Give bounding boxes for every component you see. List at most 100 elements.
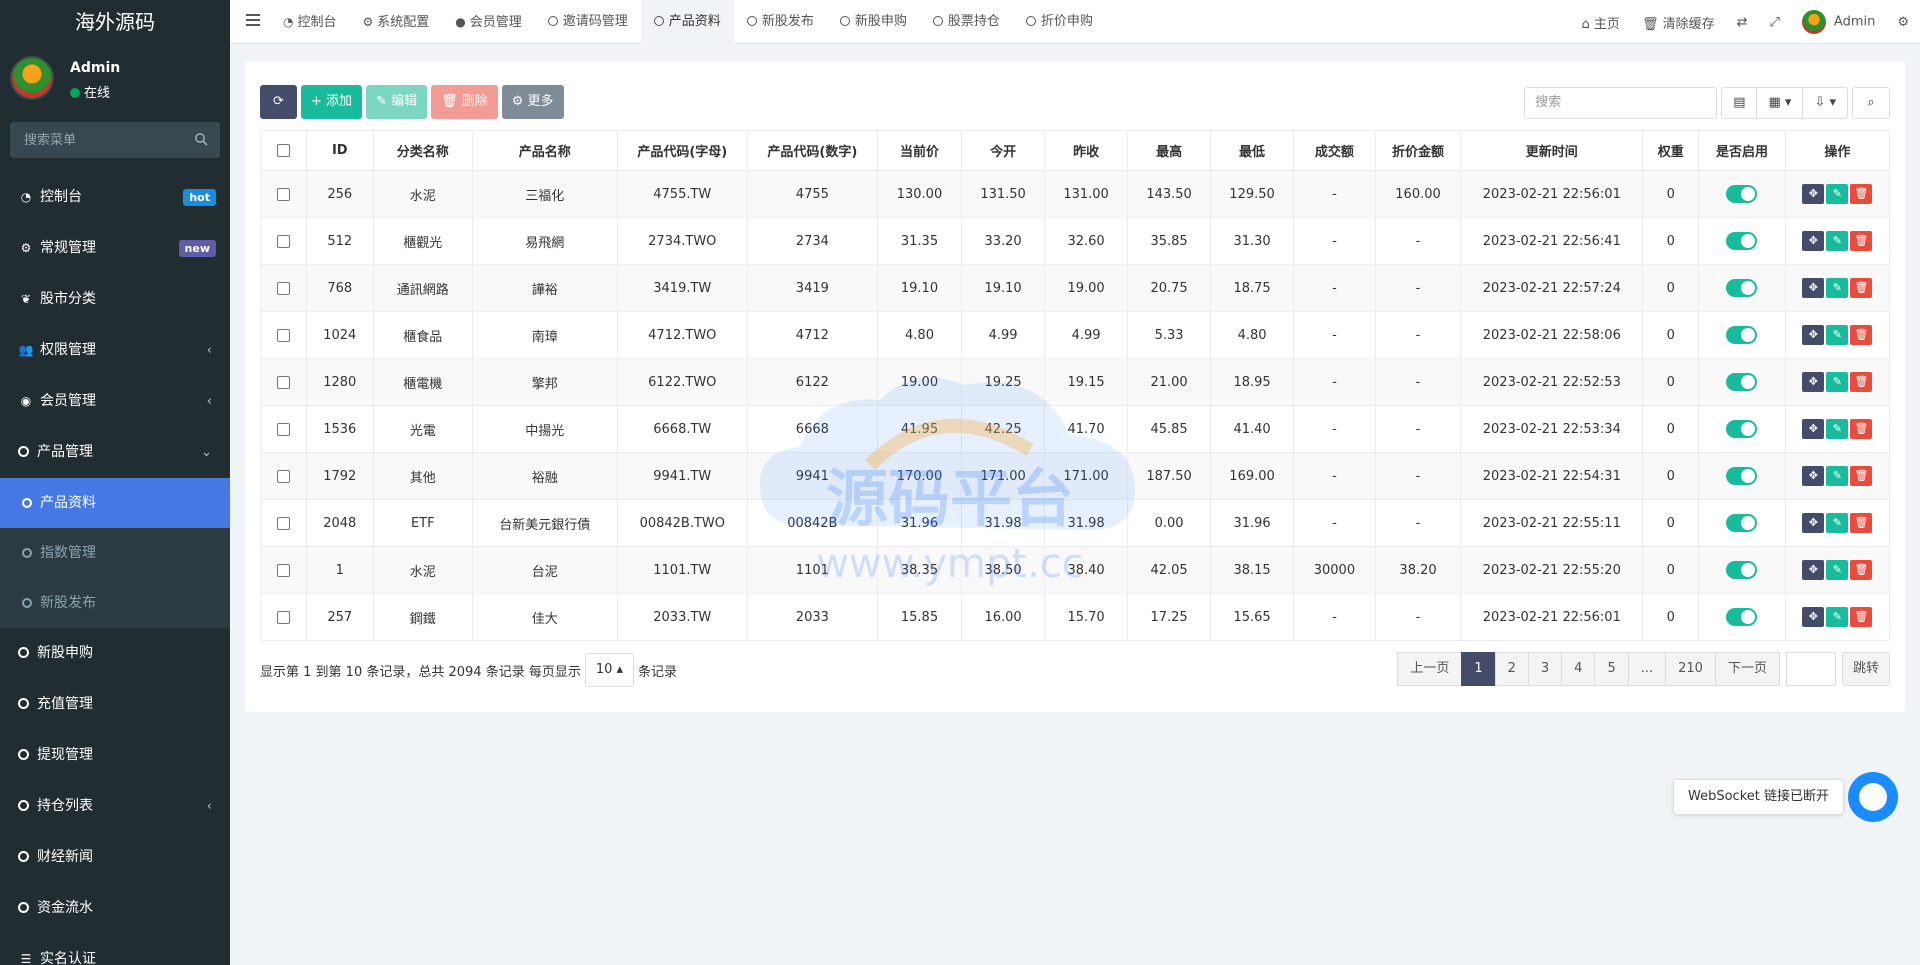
sidebar-item-general[interactable]: ⚙ 常规管理 new xyxy=(0,223,230,274)
col-header[interactable]: 是否启用 xyxy=(1698,130,1786,171)
add-button[interactable]: + 添加 xyxy=(301,85,363,119)
settings-icon[interactable]: ⚙ xyxy=(1886,15,1920,30)
row-checkbox[interactable] xyxy=(276,516,290,530)
enabled-toggle[interactable] xyxy=(1726,514,1758,532)
tab-discount-subscribe[interactable]: 折价申购 xyxy=(1013,0,1106,44)
language-icon[interactable]: ⇄ xyxy=(1726,15,1759,30)
menu-toggle-icon[interactable] xyxy=(246,14,260,29)
sidebar-item-withdraw[interactable]: 提现管理 xyxy=(0,730,230,781)
page-button[interactable]: 3 xyxy=(1527,652,1563,686)
enabled-toggle[interactable] xyxy=(1726,373,1758,391)
enabled-toggle[interactable] xyxy=(1726,326,1758,344)
columns-icon[interactable]: ▦ ▾ xyxy=(1757,88,1804,118)
enabled-toggle[interactable] xyxy=(1726,467,1758,485)
delete-row-icon[interactable]: 🗑 xyxy=(1850,184,1873,204)
col-header[interactable]: 折价金额 xyxy=(1374,130,1462,171)
sidebar-subitem-new-stock-release[interactable]: 新股发布 xyxy=(0,578,230,628)
row-checkbox[interactable] xyxy=(276,187,290,201)
table-row[interactable]: 1 水泥 台泥 1101.TW 1101 38.35 38.50 38.40 42.05 38.1… xyxy=(260,546,1891,594)
row-checkbox[interactable] xyxy=(276,375,290,389)
enabled-toggle[interactable] xyxy=(1726,232,1758,250)
drag-move-icon[interactable]: ✥ xyxy=(1802,607,1825,627)
drag-move-icon[interactable]: ✥ xyxy=(1802,231,1825,251)
table-row[interactable]: 512 櫃觀光 易飛網 2734.TWO 2734 31.35 33.20 32.60 35.8… xyxy=(260,217,1891,265)
table-row[interactable]: 2048 ETF 台新美元銀行債 00842B.TWO 00842B 31.96 31.98… xyxy=(260,499,1891,547)
prev-page-button[interactable]: 上一页 xyxy=(1397,652,1463,686)
table-row[interactable]: 1792 其他 裕融 9941.TW 9941 170.00 171.00 171.00 187… xyxy=(260,452,1891,500)
sidebar-item-news[interactable]: 财经新闻 xyxy=(0,832,230,883)
clear-cache-button[interactable]: 🗑 清除缓存 xyxy=(1631,13,1726,32)
sidebar-subitem-product-info[interactable]: 产品资料 xyxy=(0,478,230,528)
row-checkbox[interactable] xyxy=(276,422,290,436)
sidebar-subitem-index-management[interactable]: 指数管理 xyxy=(0,528,230,578)
col-header[interactable]: 产品名称 xyxy=(471,130,618,171)
edit-row-icon[interactable]: ✎ xyxy=(1826,231,1849,251)
delete-row-icon[interactable]: 🗑 xyxy=(1850,325,1873,345)
tab-invite-codes[interactable]: 邀请码管理 xyxy=(535,0,641,44)
col-header[interactable]: 分类名称 xyxy=(372,130,473,171)
user-menu[interactable]: Admin xyxy=(1791,10,1886,34)
sidebar-item-market-category[interactable]: ❦ 股市分类 xyxy=(0,274,230,325)
delete-row-icon[interactable]: 🗑 xyxy=(1850,513,1873,533)
enabled-toggle[interactable] xyxy=(1726,279,1758,297)
sidebar-item-ipo-subscribe[interactable]: 新股申购 xyxy=(0,628,230,679)
home-link[interactable]: ⌂ 主页 xyxy=(1571,13,1631,32)
col-header[interactable]: 权重 xyxy=(1642,130,1700,171)
edit-row-icon[interactable]: ✎ xyxy=(1826,466,1849,486)
row-checkbox[interactable] xyxy=(276,469,290,483)
table-row[interactable]: 257 鋼鐵 佳大 2033.TW 2033 15.85 16.00 15.70 17.25 15… xyxy=(260,593,1891,641)
app-logo[interactable]: 海外源码 xyxy=(0,0,230,44)
page-button[interactable]: 210 xyxy=(1665,652,1716,686)
tab-system-config[interactable]: ⚙ 系统配置 xyxy=(350,0,443,44)
avatar[interactable] xyxy=(10,56,54,100)
delete-row-icon[interactable]: 🗑 xyxy=(1850,466,1873,486)
tab-product-info[interactable]: 产品资料 xyxy=(640,0,734,44)
tab-ipo-subscribe[interactable]: 新股申购 xyxy=(827,0,920,44)
delete-row-icon[interactable]: 🗑 xyxy=(1850,560,1873,580)
delete-button[interactable]: 🗑 删除 xyxy=(431,85,498,119)
sidebar-item-fund-flow[interactable]: 资金流水 xyxy=(0,883,230,934)
table-row[interactable]: 768 通訊網路 譁裕 3419.TW 3419 19.10 19.10 19.00 20.75… xyxy=(260,264,1891,312)
delete-row-icon[interactable]: 🗑 xyxy=(1850,278,1873,298)
row-checkbox[interactable] xyxy=(276,610,290,624)
drag-move-icon[interactable]: ✥ xyxy=(1802,372,1825,392)
drag-move-icon[interactable]: ✥ xyxy=(1802,278,1825,298)
col-header[interactable]: ID xyxy=(305,130,374,171)
row-checkbox[interactable] xyxy=(276,281,290,295)
refresh-button[interactable]: ⟳ xyxy=(260,85,297,119)
sidebar-item-permissions[interactable]: 👥 权限管理 ‹ xyxy=(0,325,230,376)
fullscreen-icon[interactable]: ⤢ xyxy=(1759,15,1791,30)
col-header[interactable]: 成交额 xyxy=(1293,130,1376,171)
page-size-select[interactable]: 10 ▴ xyxy=(584,653,635,687)
drag-move-icon[interactable]: ✥ xyxy=(1802,466,1825,486)
col-header[interactable]: 产品代码(字母) xyxy=(616,130,748,171)
col-header[interactable]: 最高 xyxy=(1127,130,1212,171)
drag-move-icon[interactable]: ✥ xyxy=(1802,184,1825,204)
delete-row-icon[interactable]: 🗑 xyxy=(1850,607,1873,627)
sidebar-item-dashboard[interactable]: ◔ 控制台 hot xyxy=(0,172,230,223)
sidebar-item-products[interactable]: 产品管理 ⌄ xyxy=(0,427,230,478)
search-icon[interactable] xyxy=(194,132,208,146)
next-page-button[interactable]: 下一页 xyxy=(1714,652,1780,686)
edit-row-icon[interactable]: ✎ xyxy=(1826,560,1849,580)
edit-row-icon[interactable]: ✎ xyxy=(1826,184,1849,204)
sidebar-item-recharge[interactable]: 充值管理 xyxy=(0,679,230,730)
col-header[interactable]: 最低 xyxy=(1210,130,1295,171)
row-checkbox[interactable] xyxy=(276,234,290,248)
select-all-checkbox[interactable] xyxy=(276,144,290,157)
enabled-toggle[interactable] xyxy=(1726,561,1758,579)
col-header[interactable]: 产品代码(数字) xyxy=(746,130,878,171)
edit-row-icon[interactable]: ✎ xyxy=(1826,607,1849,627)
edit-row-icon[interactable]: ✎ xyxy=(1826,372,1849,392)
sidebar-item-positions[interactable]: 持仓列表 ‹ xyxy=(0,781,230,832)
drag-move-icon[interactable]: ✥ xyxy=(1802,560,1825,580)
row-checkbox[interactable] xyxy=(276,328,290,342)
edit-row-icon[interactable]: ✎ xyxy=(1826,278,1849,298)
delete-row-icon[interactable]: 🗑 xyxy=(1850,231,1873,251)
table-row[interactable]: 256 水泥 三福化 4755.TW 4755 130.00 131.50 131.00 143… xyxy=(260,170,1891,218)
sidebar-search-input[interactable] xyxy=(10,122,220,158)
page-button[interactable]: 5 xyxy=(1594,652,1629,686)
search-toggle-icon[interactable]: ⌕ xyxy=(1852,87,1890,119)
page-button[interactable]: 4 xyxy=(1561,652,1596,686)
drag-move-icon[interactable]: ✥ xyxy=(1802,513,1825,533)
